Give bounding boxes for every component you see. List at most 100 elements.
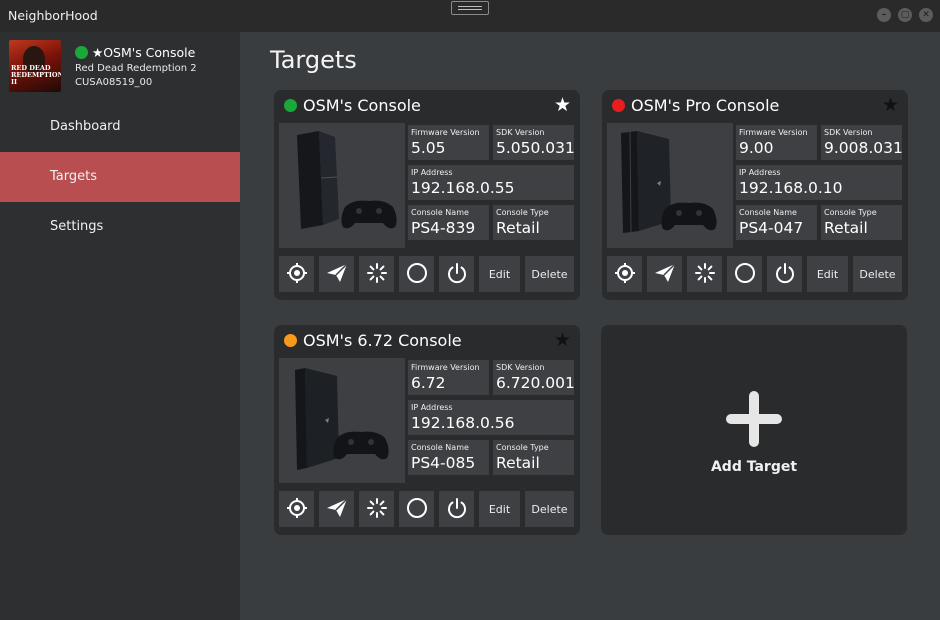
console-type-field: Console Type Retail — [821, 205, 902, 240]
console-image — [279, 358, 405, 483]
power-button[interactable] — [439, 256, 474, 292]
power-icon — [446, 497, 468, 522]
current-game-title: Red Dead Redemption 2 — [75, 63, 197, 74]
console-name-value: PS4-047 — [739, 219, 804, 237]
console-type-label: Console Type — [496, 208, 549, 217]
sidebar-item-targets[interactable]: Targets — [0, 152, 240, 202]
send-payload-button[interactable] — [319, 491, 354, 527]
sdk-version-label: SDK Version — [496, 128, 545, 137]
console-type-value: Retail — [496, 454, 540, 472]
console-name-field: Console Name PS4-085 — [408, 440, 489, 475]
current-target: ★OSM's Console — [75, 45, 195, 60]
target-icon — [286, 497, 308, 522]
send-icon — [325, 262, 349, 287]
locate-target-button[interactable] — [279, 256, 314, 292]
target-name: OSM's Console — [303, 96, 421, 115]
console-image — [279, 123, 405, 248]
target-icon — [286, 262, 308, 287]
status-dot-icon — [75, 46, 88, 59]
send-icon — [653, 262, 677, 287]
sidebar-item-settings[interactable]: Settings — [0, 202, 240, 252]
sdk-version-label: SDK Version — [496, 363, 545, 372]
sdk-version-field: SDK Version 9.008.031 — [821, 125, 903, 160]
star-filled-icon[interactable]: ★ — [554, 94, 571, 116]
send-icon — [325, 497, 349, 522]
target-card[interactable]: OSM's Pro Console ★ Firmware Version 9.0… — [602, 90, 908, 300]
standby-button[interactable] — [727, 256, 762, 292]
target-name: OSM's 6.72 Console — [303, 331, 462, 350]
target-name: OSM's Pro Console — [631, 96, 780, 115]
sdk-version-value: 5.050.031 — [496, 139, 575, 157]
ip-address-value: 192.168.0.55 — [411, 179, 515, 197]
firmware-version-label: Firmware Version — [411, 363, 480, 372]
add-target-button[interactable]: Add Target — [601, 325, 907, 535]
minimize-button[interactable]: – — [877, 8, 891, 22]
standby-button[interactable] — [399, 256, 434, 292]
power-button[interactable] — [767, 256, 802, 292]
game-cover-image: RED DEAD REDEMPTION II — [9, 40, 61, 92]
console-type-value: Retail — [824, 219, 868, 237]
console-type-field: Console Type Retail — [493, 440, 574, 475]
maximize-button[interactable]: ▢ — [898, 8, 912, 22]
target-card[interactable]: OSM's 6.72 Console ★ Firmware Version 6.… — [274, 325, 580, 535]
edit-button[interactable]: Edit — [479, 256, 520, 292]
target-header: OSM's 6.72 Console — [284, 331, 462, 350]
target-icon — [614, 262, 636, 287]
firmware-version-field: Firmware Version 9.00 — [736, 125, 817, 160]
drag-handle-icon[interactable] — [451, 1, 489, 15]
plus-icon — [726, 391, 782, 447]
firmware-version-value: 9.00 — [739, 139, 774, 157]
star-icon[interactable]: ★ — [554, 329, 571, 351]
sdk-version-field: SDK Version 6.720.001 — [493, 360, 575, 395]
console-type-label: Console Type — [496, 443, 549, 452]
status-dot-icon — [284, 334, 297, 347]
sdk-version-label: SDK Version — [824, 128, 873, 137]
delete-button[interactable]: Delete — [525, 491, 574, 527]
ip-address-value: 192.168.0.10 — [739, 179, 843, 197]
send-payload-button[interactable] — [647, 256, 682, 292]
power-icon — [446, 262, 468, 287]
edit-button[interactable]: Edit — [807, 256, 848, 292]
app-title: NeighborHood — [8, 8, 98, 23]
console-type-value: Retail — [496, 219, 540, 237]
firmware-version-value: 6.72 — [411, 374, 446, 392]
ip-address-label: IP Address — [411, 168, 453, 177]
firmware-version-value: 5.05 — [411, 139, 446, 157]
ip-address-field: IP Address 192.168.0.55 — [408, 165, 574, 200]
current-title-id: CUSA08519_00 — [75, 77, 153, 88]
delete-button[interactable]: Delete — [525, 256, 574, 292]
power-icon — [774, 262, 796, 287]
console-name-field: Console Name PS4-839 — [408, 205, 489, 240]
page-title: Targets — [270, 46, 357, 74]
sdk-version-value: 9.008.031 — [824, 139, 903, 157]
locate-target-button[interactable] — [607, 256, 642, 292]
edit-button[interactable]: Edit — [479, 491, 520, 527]
firmware-version-field: Firmware Version 6.72 — [408, 360, 489, 395]
sdk-version-field: SDK Version 5.050.031 — [493, 125, 575, 160]
firmware-version-label: Firmware Version — [411, 128, 480, 137]
sidebar-item-dashboard[interactable]: Dashboard — [0, 102, 240, 152]
ip-address-label: IP Address — [411, 403, 453, 412]
ip-address-label: IP Address — [739, 168, 781, 177]
target-card[interactable]: OSM's Console ★ Firmware Version 5.05 SD… — [274, 90, 580, 300]
ip-address-field: IP Address 192.168.0.10 — [736, 165, 902, 200]
standby-button[interactable] — [399, 491, 434, 527]
locate-target-button[interactable] — [279, 491, 314, 527]
restart-button[interactable] — [359, 256, 394, 292]
current-target-name: ★OSM's Console — [92, 45, 196, 60]
delete-button[interactable]: Delete — [853, 256, 902, 292]
title-bar[interactable]: NeighborHood – ▢ ✕ — [0, 0, 940, 32]
star-icon[interactable]: ★ — [882, 94, 899, 116]
status-dot-icon — [612, 99, 625, 112]
restart-button[interactable] — [687, 256, 722, 292]
console-type-label: Console Type — [824, 208, 877, 217]
send-payload-button[interactable] — [319, 256, 354, 292]
console-name-value: PS4-085 — [411, 454, 476, 472]
power-button[interactable] — [439, 491, 474, 527]
restart-button[interactable] — [359, 491, 394, 527]
close-button[interactable]: ✕ — [919, 8, 933, 22]
firmware-version-label: Firmware Version — [739, 128, 808, 137]
console-name-field: Console Name PS4-047 — [736, 205, 817, 240]
console-name-label: Console Name — [411, 208, 469, 217]
add-target-label: Add Target — [710, 459, 798, 475]
